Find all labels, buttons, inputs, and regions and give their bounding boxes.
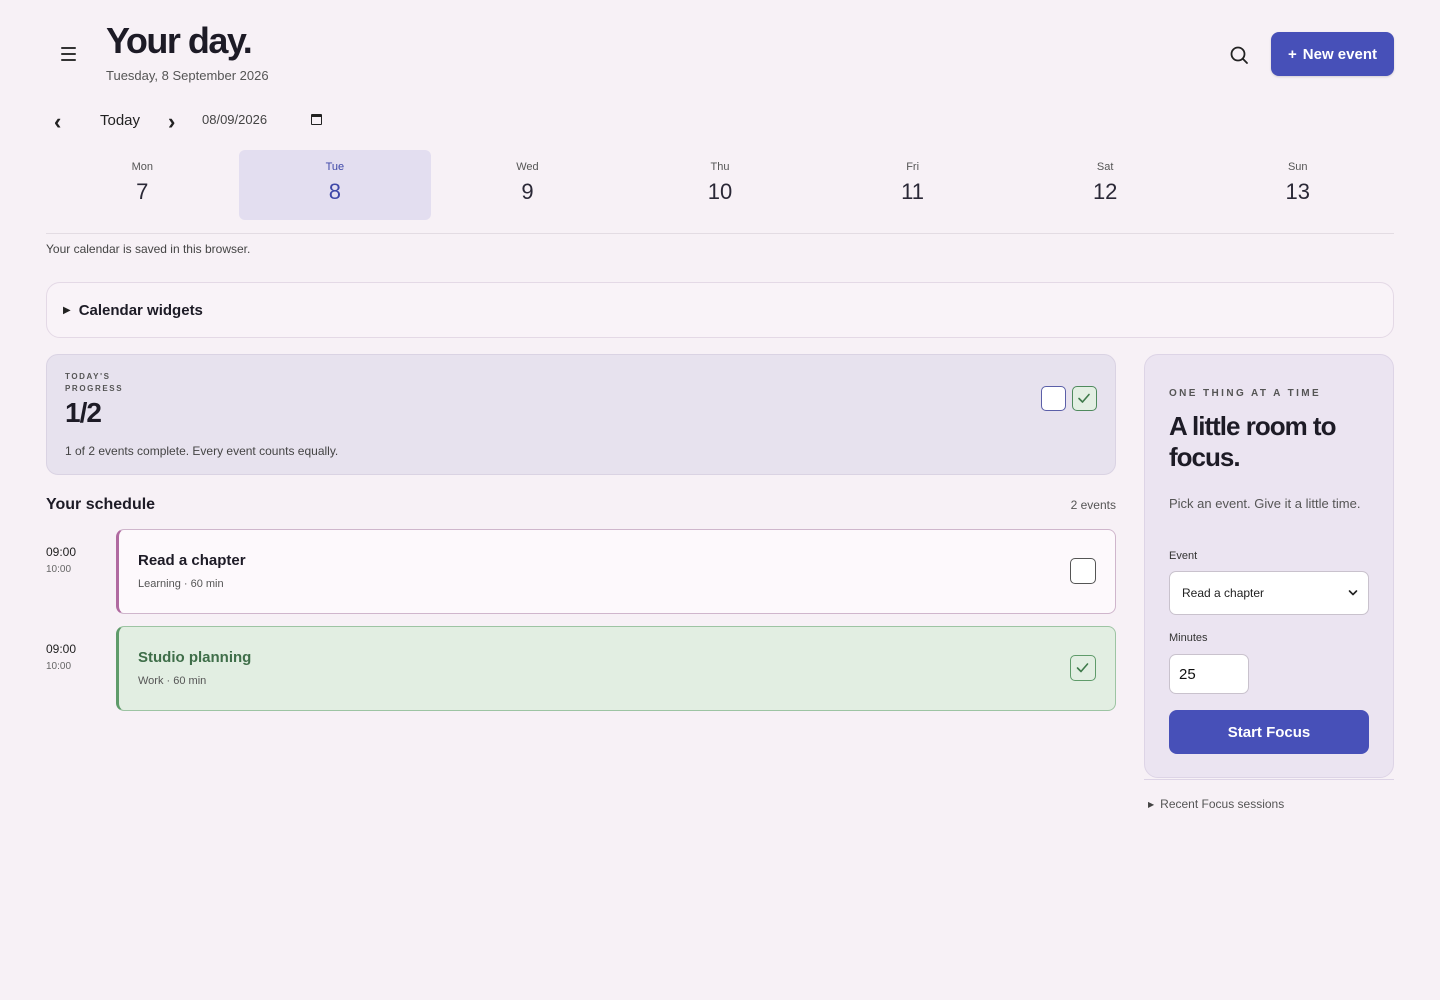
day-name: Fri	[906, 161, 920, 173]
event-start-time: 09:00	[46, 642, 77, 656]
day-number: 13	[1285, 179, 1310, 204]
progress-box-complete	[1072, 386, 1097, 411]
next-week-button[interactable]: ›	[168, 110, 188, 134]
day-number: 8	[328, 179, 341, 204]
focus-headline: A little room to focus.	[1169, 411, 1336, 472]
expand-triangle-icon: ▶	[63, 304, 71, 316]
expand-triangle-icon: ▶	[1148, 799, 1155, 809]
calendar-widgets-label: Calendar widgets	[78, 301, 203, 319]
focus-description: Pick an event. Give it a little time.	[1169, 496, 1361, 511]
menu-icon[interactable]	[56, 42, 80, 66]
event-end-time: 10:00	[46, 564, 72, 575]
event-select-label: Event	[1169, 550, 1198, 562]
page-title: Your day.	[106, 20, 253, 61]
day-name: Thu	[710, 161, 730, 173]
day-sat[interactable]: Sat 12	[1009, 150, 1202, 220]
event-time: 09:00 10:00	[46, 642, 76, 672]
recent-sessions-toggle[interactable]: ▶ Recent Focus sessions	[1144, 779, 1394, 811]
progress-label: TODAY'S PROGRESS	[65, 372, 124, 393]
chevron-down-icon	[1348, 590, 1358, 596]
schedule-count: 2 events	[1070, 498, 1116, 512]
today-button[interactable]: Today	[100, 112, 140, 129]
day-name: Mon	[131, 161, 153, 173]
week-strip: Mon 7 Tue 8 Wed 9 Thu 10 Fri 11 Sat 12 Sun 13	[46, 150, 1394, 234]
new-event-label: New event	[1302, 45, 1377, 63]
start-focus-button[interactable]: Start Focus	[1169, 710, 1369, 754]
check-icon	[1076, 663, 1089, 673]
day-number: 10	[707, 179, 733, 204]
event-select-value: Read a chapter	[1182, 586, 1265, 600]
page-date: Tuesday, 8 September 2026	[106, 68, 269, 83]
search-icon[interactable]	[1226, 42, 1252, 68]
day-number: 7	[136, 179, 149, 204]
progress-box-incomplete	[1041, 386, 1066, 411]
event-time: 09:00 10:00	[46, 545, 76, 575]
plus-icon: +	[1288, 45, 1297, 63]
date-value: 08/09/2026	[202, 112, 268, 127]
minutes-input[interactable]: 25	[1169, 654, 1249, 694]
date-picker-input[interactable]: 08/09/2026	[202, 112, 322, 127]
progress-card: TODAY'S PROGRESS 1/2 1 of 2 events compl…	[46, 354, 1116, 475]
day-sun[interactable]: Sun 13	[1201, 150, 1394, 220]
prev-week-button[interactable]: ‹	[54, 110, 74, 134]
schedule-title: Your schedule	[46, 496, 156, 513]
day-number: 12	[1092, 179, 1118, 204]
event-complete-checkbox[interactable]	[1070, 558, 1096, 584]
event-meta: Learning · 60 min	[138, 578, 224, 590]
day-number: 11	[901, 179, 925, 204]
recent-sessions-label: Recent Focus sessions	[1160, 797, 1285, 811]
event-meta: Work · 60 min	[138, 675, 207, 687]
event-select[interactable]: Read a chapter	[1169, 571, 1369, 615]
day-name: Sat	[1096, 161, 1114, 173]
calendar-icon[interactable]	[311, 114, 322, 125]
event-complete-checkbox[interactable]	[1070, 655, 1096, 681]
event-start-time: 09:00	[46, 545, 77, 559]
event-end-time: 10:00	[46, 661, 72, 672]
focus-panel: ONE THING AT A TIME A little room to foc…	[1144, 354, 1394, 778]
day-name: Tue	[325, 161, 345, 173]
progress-description: 1 of 2 events complete. Every event coun…	[65, 444, 339, 458]
day-name: Sun	[1287, 161, 1308, 173]
focus-label: ONE THING AT A TIME	[1169, 388, 1322, 399]
saved-note: Your calendar is saved in this browser.	[46, 242, 251, 256]
event-title: Studio planning	[138, 649, 252, 666]
minutes-label: Minutes	[1169, 632, 1208, 644]
progress-value: 1/2	[65, 397, 102, 428]
day-mon[interactable]: Mon 7	[46, 150, 239, 220]
day-tue[interactable]: Tue 8	[238, 150, 432, 220]
event-card[interactable]: Read a chapter Learning · 60 min	[116, 529, 1116, 614]
day-number: 9	[521, 179, 534, 204]
day-wed[interactable]: Wed 9	[431, 150, 624, 220]
day-thu[interactable]: Thu 10	[624, 150, 817, 220]
event-title: Read a chapter	[138, 552, 246, 569]
event-card[interactable]: Studio planning Work · 60 min	[116, 626, 1116, 711]
calendar-widgets-toggle[interactable]: ▶ Calendar widgets	[46, 282, 1394, 338]
day-name: Wed	[516, 161, 539, 173]
check-icon	[1078, 393, 1090, 403]
day-fri[interactable]: Fri 11	[816, 150, 1009, 220]
new-event-button[interactable]: + New event	[1271, 32, 1394, 76]
